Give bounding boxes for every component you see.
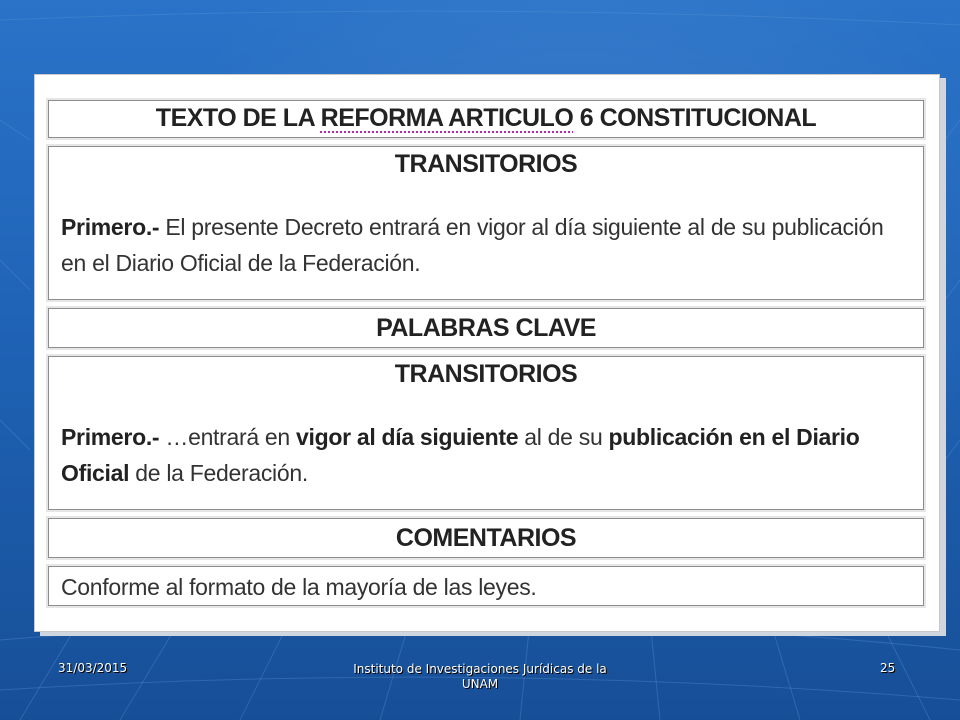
paragraph-text-part: …entrará en xyxy=(159,424,297,450)
section-comentarios-text: Conforme al formato de la mayoría de las… xyxy=(48,566,924,606)
title-prefix: TEXTO DE LA xyxy=(155,104,321,132)
section-heading: COMENTARIOS xyxy=(395,524,577,552)
paragraph-lead: Primero.- xyxy=(61,424,160,450)
table-title: TEXTO DE LA REFORMA ARTICULO 6 CONSTITUC… xyxy=(49,101,923,133)
comment-text: Conforme al formato de la mayoría de las… xyxy=(61,574,537,600)
section-transitorios-2: TRANSITORIOS Primero.- …entrará en vigor… xyxy=(48,356,924,510)
section-transitorios-1: TRANSITORIOS Primero.- El presente Decre… xyxy=(48,146,924,300)
paragraph-lead: Primero.- xyxy=(61,214,160,240)
title-underlined: REFORMA ARTICULO xyxy=(320,104,574,132)
content-panel: TEXTO DE LA REFORMA ARTICULO 6 CONSTITUC… xyxy=(34,74,940,632)
section-heading: PALABRAS CLAVE xyxy=(376,314,596,342)
section-heading: TRANSITORIOS xyxy=(394,150,578,178)
section-heading: TRANSITORIOS xyxy=(394,360,578,388)
paragraph-keyword: vigor al día siguiente xyxy=(296,424,519,450)
footer-page-number: 25 xyxy=(880,661,896,675)
section-paragraph: Primero.- El presente Decreto entrará en… xyxy=(49,209,923,281)
section-paragraph: Primero.- …entrará en vigor al día sigui… xyxy=(49,419,923,491)
section-comentarios: COMENTARIOS xyxy=(48,518,924,558)
footer-institution: Instituto de Investigaciones Jurídicas d… xyxy=(353,662,607,691)
footer-date: 31/03/2015 xyxy=(58,661,128,675)
section-palabras-clave: PALABRAS CLAVE xyxy=(48,308,924,348)
paragraph-text-part: al de su xyxy=(518,424,609,450)
title-box: TEXTO DE LA REFORMA ARTICULO 6 CONSTITUC… xyxy=(48,100,924,138)
title-suffix: 6 CONSTITUCIONAL xyxy=(573,104,817,132)
paragraph-text-part: de la Federación. xyxy=(129,460,308,486)
paragraph-text: El presente Decreto entrará en vigor al … xyxy=(61,214,884,276)
